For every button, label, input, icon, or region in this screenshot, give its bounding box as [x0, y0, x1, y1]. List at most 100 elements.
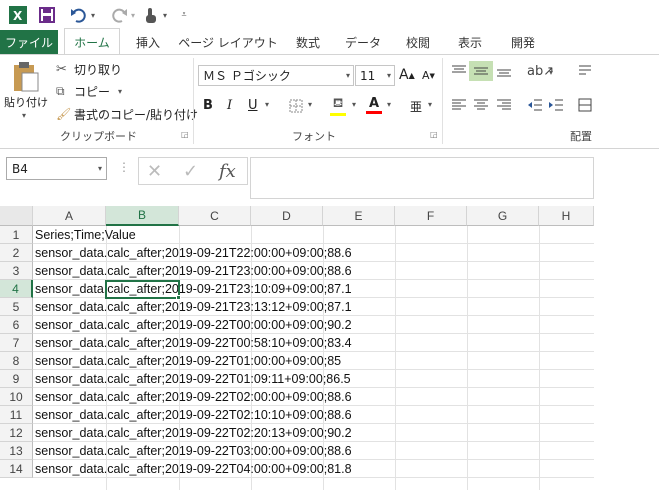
- row-header[interactable]: 7: [0, 334, 33, 352]
- row-header[interactable]: 12: [0, 424, 33, 442]
- tab-page-layout[interactable]: ページ レイアウト: [178, 30, 278, 54]
- font-name-select[interactable]: ＭＳ Ｐゴシック ▾: [198, 65, 354, 86]
- cell-a[interactable]: sensor_data.calc_after;2019-09-22T03:00:…: [33, 442, 352, 460]
- column-header[interactable]: H: [539, 206, 594, 226]
- column-header[interactable]: B: [106, 206, 179, 226]
- font-size-select[interactable]: 11 ▾: [355, 65, 395, 86]
- tab-data[interactable]: データ: [338, 30, 388, 54]
- fill-handle[interactable]: [176, 295, 181, 300]
- paste-icon[interactable]: [6, 60, 46, 94]
- column-header[interactable]: D: [251, 206, 323, 226]
- formula-input[interactable]: [250, 157, 594, 199]
- row-header[interactable]: 13: [0, 442, 33, 460]
- name-box[interactable]: B4 ▾: [6, 157, 107, 180]
- bold-button[interactable]: B: [203, 98, 213, 113]
- copy-dropdown-icon[interactable]: ▾: [118, 87, 122, 96]
- chevron-down-icon: ▾: [345, 71, 350, 80]
- borders-icon[interactable]: [289, 99, 303, 113]
- cell-a[interactable]: sensor_data.calc_after;2019-09-22T02:20:…: [33, 424, 352, 442]
- align-top-icon[interactable]: [451, 64, 467, 78]
- tab-developer[interactable]: 開発: [503, 30, 543, 54]
- row-header[interactable]: 9: [0, 370, 33, 388]
- align-bottom-icon[interactable]: [496, 64, 512, 78]
- row-header[interactable]: 1: [0, 226, 33, 244]
- font-color-dropdown-icon[interactable]: ▾: [387, 100, 391, 109]
- row-header[interactable]: 4: [0, 280, 33, 298]
- tab-view[interactable]: 表示: [450, 30, 490, 54]
- align-left-icon[interactable]: [451, 98, 467, 112]
- column-header[interactable]: A: [33, 206, 106, 226]
- cancel-icon[interactable]: ✕: [147, 161, 162, 182]
- row-header[interactable]: 5: [0, 298, 33, 316]
- tab-file[interactable]: ファイル: [0, 30, 58, 54]
- cut-button[interactable]: ✂ 切り取り: [56, 60, 122, 78]
- column-header[interactable]: C: [179, 206, 251, 226]
- redo-icon[interactable]: [108, 5, 130, 25]
- row-header[interactable]: 2: [0, 244, 33, 262]
- column-header[interactable]: E: [323, 206, 395, 226]
- cell-a[interactable]: sensor_data.calc_after;2019-09-21T23:00:…: [33, 262, 352, 280]
- borders-dropdown-icon[interactable]: ▾: [308, 100, 312, 109]
- align-right-icon[interactable]: [496, 98, 512, 112]
- paste-button[interactable]: 貼り付け: [4, 94, 54, 110]
- clipboard-launcher-icon[interactable]: ◲: [181, 130, 189, 139]
- cell-a[interactable]: sensor_data.calc_after;2019-09-22T01:09:…: [33, 370, 351, 388]
- tab-formulas[interactable]: 数式: [288, 30, 328, 54]
- phonetic-dropdown-icon[interactable]: ▾: [428, 100, 432, 109]
- align-center-icon[interactable]: [473, 98, 489, 112]
- redo-dropdown-icon[interactable]: ▾: [128, 5, 138, 25]
- column-header[interactable]: G: [467, 206, 539, 226]
- save-icon[interactable]: [37, 5, 57, 25]
- font-launcher-icon[interactable]: ◲: [430, 130, 438, 139]
- grow-font-button[interactable]: A ▲: [399, 67, 415, 83]
- customize-qat-icon[interactable]: ⩡: [178, 5, 190, 25]
- insert-function-icon[interactable]: fx: [219, 161, 236, 182]
- align-middle-icon[interactable]: [469, 61, 493, 81]
- touch-dropdown-icon[interactable]: ▾: [160, 5, 170, 25]
- touch-mode-icon[interactable]: [142, 5, 160, 25]
- cell-a[interactable]: Series;Time;Value: [33, 226, 136, 244]
- cell-a[interactable]: sensor_data.calc_after;2019-09-22T00:58:…: [33, 334, 352, 352]
- orientation-dropdown-icon[interactable]: ▾: [549, 68, 553, 77]
- select-all-corner[interactable]: [0, 206, 33, 226]
- decrease-indent-icon[interactable]: [527, 98, 543, 112]
- cell-a[interactable]: sensor_data.calc_after;2019-09-22T04:00:…: [33, 460, 352, 478]
- merge-center-icon[interactable]: [578, 98, 592, 112]
- tab-insert[interactable]: 挿入: [128, 30, 168, 54]
- row-header[interactable]: 8: [0, 352, 33, 370]
- row-header[interactable]: 11: [0, 406, 33, 424]
- row-header[interactable]: 10: [0, 388, 33, 406]
- wrap-text-icon[interactable]: [578, 64, 592, 78]
- cell-a[interactable]: sensor_data.calc_after;2019-09-21T23:10:…: [33, 280, 352, 298]
- formula-bar-options-icon[interactable]: ⋮: [118, 160, 130, 174]
- formula-buttons: ✕ ✓ fx: [138, 157, 248, 185]
- fill-dropdown-icon[interactable]: ▾: [352, 100, 356, 109]
- worksheet-grid[interactable]: A B C D E F G H 1 Series;Time;Value 2 senso…: [0, 206, 594, 490]
- undo-icon[interactable]: [68, 5, 90, 25]
- cell-a[interactable]: sensor_data.calc_after;2019-09-22T01:00:…: [33, 352, 341, 370]
- font-color-button[interactable]: A: [366, 96, 382, 114]
- cell-a[interactable]: sensor_data.calc_after;2019-09-22T00:00:…: [33, 316, 352, 334]
- cell-a[interactable]: sensor_data.calc_after;2019-09-22T02:10:…: [33, 406, 352, 424]
- fill-color-button[interactable]: ⛾: [330, 96, 346, 116]
- tab-home[interactable]: ホーム: [64, 28, 120, 55]
- phonetic-button[interactable]: 亜: [410, 98, 422, 115]
- tab-review[interactable]: 校閲: [398, 30, 438, 54]
- cell-a[interactable]: sensor_data.calc_after;2019-09-21T23:13:…: [33, 298, 352, 316]
- enter-icon[interactable]: ✓: [183, 161, 198, 182]
- row-header[interactable]: 14: [0, 460, 33, 478]
- column-header[interactable]: F: [395, 206, 467, 226]
- increase-indent-icon[interactable]: [548, 98, 564, 112]
- paste-dropdown-icon[interactable]: ▾: [22, 110, 32, 120]
- cell-a[interactable]: sensor_data.calc_after;2019-09-21T22:00:…: [33, 244, 352, 262]
- copy-button[interactable]: ⧉ コピー ▾: [56, 82, 122, 100]
- underline-button[interactable]: U: [248, 98, 258, 113]
- italic-button[interactable]: I: [227, 98, 232, 113]
- underline-dropdown-icon[interactable]: ▾: [265, 100, 269, 109]
- row-header[interactable]: 6: [0, 316, 33, 334]
- row-header[interactable]: 3: [0, 262, 33, 280]
- undo-dropdown-icon[interactable]: ▾: [88, 5, 98, 25]
- format-painter-button[interactable]: 🖌 書式のコピー/貼り付け: [56, 105, 198, 123]
- shrink-font-button[interactable]: A ▼: [422, 69, 435, 82]
- cell-a[interactable]: sensor_data.calc_after;2019-09-22T02:00:…: [33, 388, 352, 406]
